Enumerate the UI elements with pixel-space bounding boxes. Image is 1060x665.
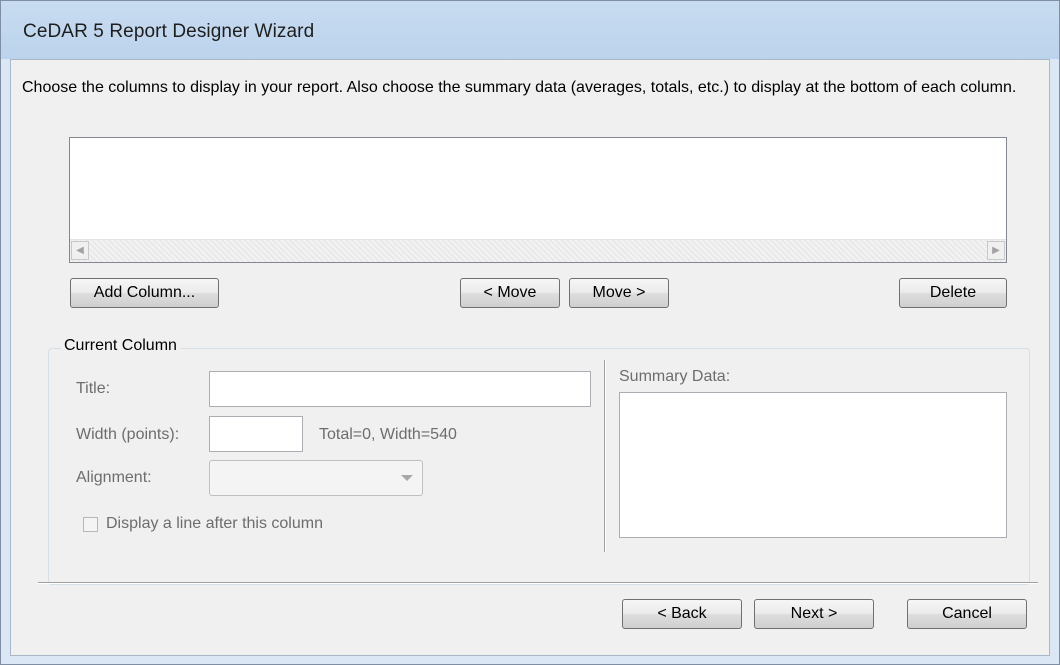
title-bar[interactable]: CeDAR 5 Report Designer Wizard xyxy=(1,1,1059,59)
scroll-left-icon[interactable]: ◀ xyxy=(71,241,89,260)
cancel-button[interactable]: Cancel xyxy=(907,599,1027,629)
dialog-body: Choose the columns to display in your re… xyxy=(10,59,1050,656)
line-after-label: Display a line after this column xyxy=(106,515,323,532)
wizard-window: CeDAR 5 Report Designer Wizard Choose th… xyxy=(0,0,1060,665)
title-field[interactable] xyxy=(209,371,591,407)
current-column-group-label: Current Column xyxy=(61,337,180,355)
summary-data-label: Summary Data: xyxy=(619,368,731,385)
width-info-text: Total=0, Width=540 xyxy=(319,426,457,443)
add-column-button[interactable]: Add Column... xyxy=(70,278,219,308)
chevron-down-icon xyxy=(401,475,413,481)
alignment-dropdown[interactable] xyxy=(209,460,423,496)
line-after-checkbox[interactable] xyxy=(83,517,98,532)
window-title: CeDAR 5 Report Designer Wizard xyxy=(23,21,315,42)
horizontal-scrollbar[interactable]: ◀ ▶ xyxy=(70,239,1006,262)
delete-button[interactable]: Delete xyxy=(899,278,1007,308)
scroll-right-icon[interactable]: ▶ xyxy=(987,241,1005,260)
footer-divider xyxy=(38,582,1038,584)
alignment-label: Alignment: xyxy=(76,469,152,486)
summary-data-list[interactable] xyxy=(619,392,1007,538)
move-right-button[interactable]: Move > xyxy=(569,278,669,308)
width-field[interactable] xyxy=(209,416,303,452)
next-button[interactable]: Next > xyxy=(754,599,874,629)
instructions-text: Choose the columns to display in your re… xyxy=(22,79,1017,96)
width-label: Width (points): xyxy=(76,426,180,443)
columns-list[interactable]: ◀ ▶ xyxy=(69,137,1007,263)
move-left-button[interactable]: < Move xyxy=(460,278,560,308)
back-button[interactable]: < Back xyxy=(622,599,742,629)
vertical-divider xyxy=(604,360,606,552)
title-label: Title: xyxy=(76,380,111,397)
